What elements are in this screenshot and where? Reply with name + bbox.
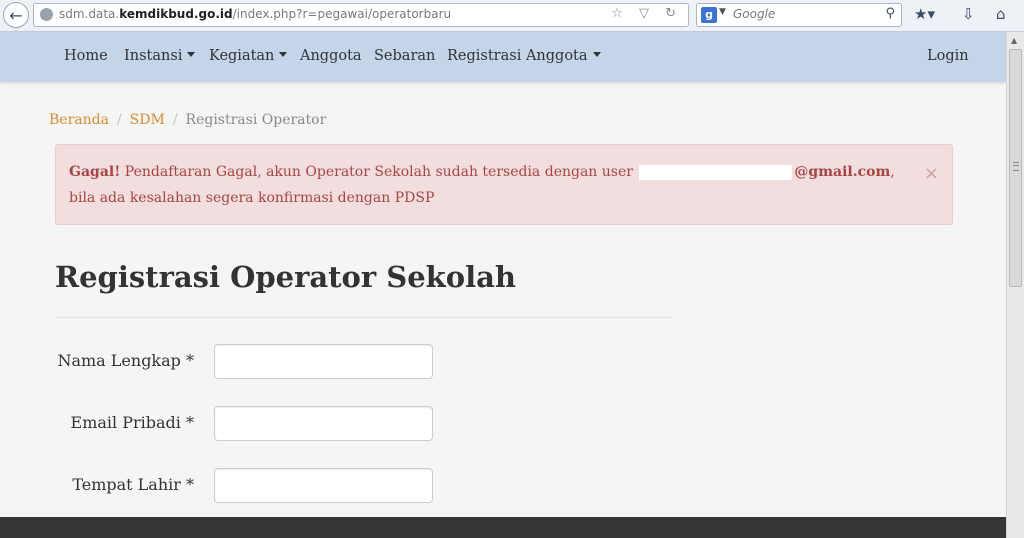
back-arrow-icon[interactable]: ←: [3, 2, 29, 28]
browser-toolbar: ← sdm.data.kemdikbud.go.id/index.php?r=p…: [0, 0, 1024, 32]
alert-message: Gagal! Pendaftaran Gagal, akun Operator …: [69, 159, 899, 211]
page-title: Registrasi Operator Sekolah: [55, 260, 516, 294]
scroll-up-icon[interactable]: ▲: [1011, 36, 1017, 45]
address-bar-icons[interactable]: ☆ ▽ ↻: [611, 6, 682, 21]
nama-lengkap-label: Nama Lengkap *: [57, 351, 194, 370]
tempat-lahir-label: Tempat Lahir *: [72, 475, 194, 494]
caret-down-icon: [279, 51, 288, 57]
alert-email-domain: @gmail.com: [794, 164, 891, 180]
redacted-username: [639, 164, 793, 180]
address-url[interactable]: sdm.data.kemdikbud.go.id/index.php?r=peg…: [59, 7, 451, 21]
google-logo-icon[interactable]: g: [701, 7, 717, 23]
nav-home[interactable]: Home: [64, 48, 108, 64]
bookmarks-icon[interactable]: ★▾: [914, 5, 935, 23]
email-pribadi-label: Email Pribadi *: [70, 413, 194, 432]
close-icon[interactable]: ×: [924, 161, 939, 187]
breadcrumb-sdm[interactable]: SDM: [130, 112, 165, 128]
nav-login[interactable]: Login: [927, 48, 969, 64]
alert-text-before: Pendaftaran Gagal, akun Operator Sekolah…: [120, 164, 638, 180]
breadcrumb: Beranda / SDM / Registrasi Operator: [49, 112, 326, 128]
email-pribadi-input[interactable]: [214, 406, 433, 441]
nav-instansi[interactable]: Instansi: [124, 48, 196, 64]
breadcrumb-separator: /: [172, 112, 178, 128]
home-icon[interactable]: ⌂: [996, 5, 1006, 23]
error-alert: Gagal! Pendaftaran Gagal, akun Operator …: [55, 144, 953, 225]
caret-down-icon: [187, 51, 196, 57]
nama-lengkap-input[interactable]: [214, 344, 433, 379]
top-navbar: Home Instansi Kegiatan Anggota Sebaran R…: [0, 32, 1006, 82]
tempat-lahir-input[interactable]: [214, 468, 433, 503]
scroll-thumb[interactable]: [1009, 49, 1022, 287]
globe-icon: [40, 8, 53, 21]
nav-anggota[interactable]: Anggota: [300, 48, 362, 64]
page-footer: [0, 517, 1006, 538]
downloads-icon[interactable]: ⇩: [962, 5, 975, 23]
search-box[interactable]: g ▼ Google ⚲: [696, 3, 902, 27]
page-scrollbar[interactable]: ▲: [1006, 32, 1024, 538]
search-engine-dropdown-icon[interactable]: ▼: [719, 7, 726, 17]
search-placeholder: Google: [733, 7, 776, 21]
grip-icon: [1013, 162, 1019, 171]
breadcrumb-beranda[interactable]: Beranda: [49, 112, 109, 128]
alert-strong: Gagal!: [69, 164, 121, 180]
address-bar[interactable]: sdm.data.kemdikbud.go.id/index.php?r=peg…: [33, 3, 689, 27]
breadcrumb-current: Registrasi Operator: [185, 112, 327, 128]
nav-registrasi-anggota[interactable]: Registrasi Anggota: [447, 48, 601, 64]
breadcrumb-separator: /: [116, 112, 122, 128]
caret-down-icon: [592, 51, 601, 57]
nav-sebaran[interactable]: Sebaran: [374, 48, 435, 64]
magnifier-icon[interactable]: ⚲: [885, 6, 895, 21]
nav-kegiatan[interactable]: Kegiatan: [209, 48, 288, 64]
title-divider: [54, 317, 674, 318]
